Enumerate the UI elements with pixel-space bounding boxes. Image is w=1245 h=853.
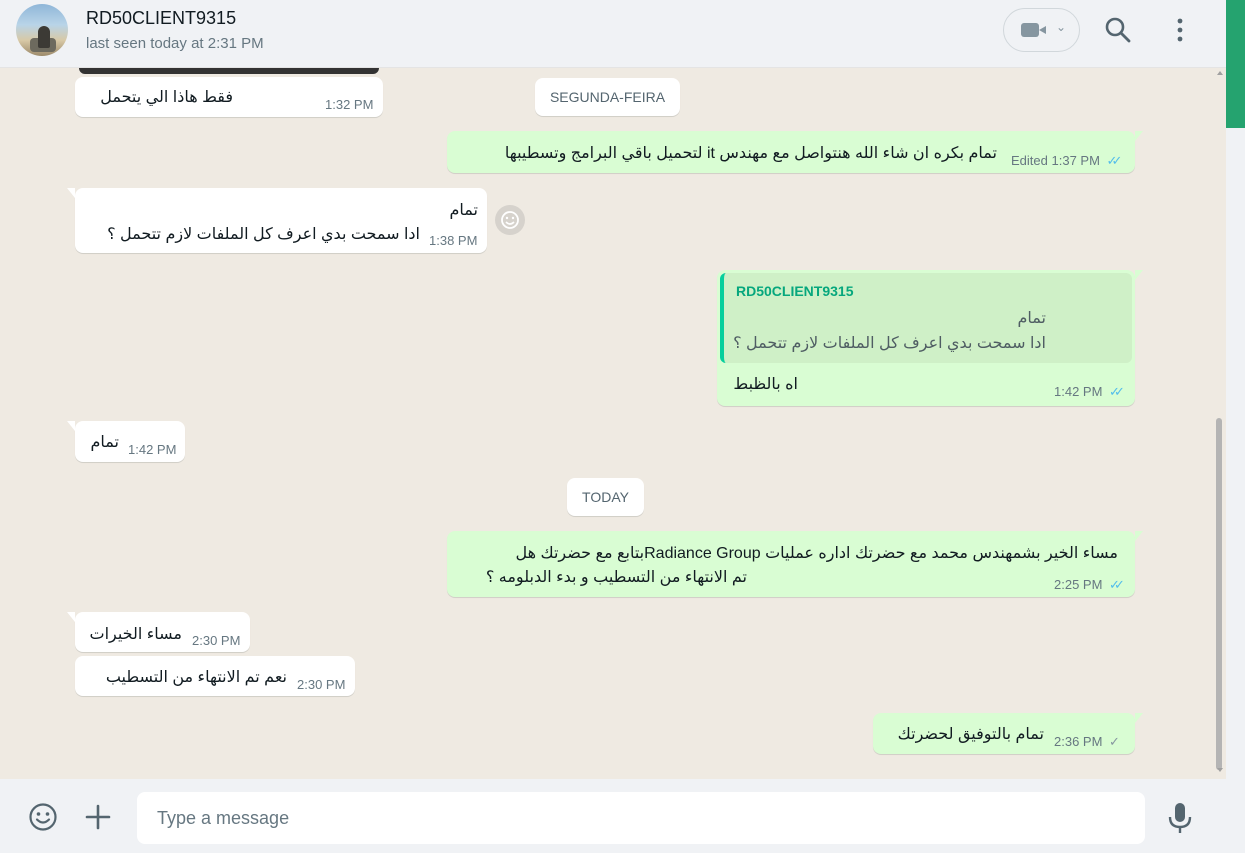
message-time: 2:36 PM xyxy=(1054,734,1103,749)
message-text: اه بالظبط xyxy=(733,376,798,393)
message-text-line: تمام xyxy=(449,202,478,219)
message-meta: 1:42 PM ✓✓ xyxy=(1054,384,1125,400)
message-outgoing[interactable]: تمام بكره ان شاء الله هنتواصل مع مهندس i… xyxy=(447,131,1143,173)
message-meta: 2:36 PM ✓ xyxy=(1054,734,1120,750)
emoji-button[interactable] xyxy=(28,802,58,832)
microphone-icon xyxy=(1168,803,1192,833)
chat-header: RD50CLIENT9315 last seen today at 2:31 P… xyxy=(0,0,1226,68)
message-text: تمام xyxy=(90,434,119,451)
message-incoming[interactable]: مساء الخيرات 2:30 PM xyxy=(67,612,250,652)
emoji-icon xyxy=(29,803,57,831)
window-scrollbar-thumb[interactable] xyxy=(1226,0,1245,128)
composer-bar xyxy=(0,779,1226,853)
message-time: 1:38 PM xyxy=(429,233,478,248)
edited-label: Edited xyxy=(1011,153,1048,168)
message-incoming[interactable]: تمام 1:42 PM xyxy=(67,421,185,462)
message-incoming[interactable]: فقط هاذا الي يتحمل 1:32 PM xyxy=(75,77,383,117)
message-time: 2:30 PM xyxy=(192,633,241,648)
search-icon xyxy=(1105,17,1131,43)
message-meta: Edited 1:37 PM ✓✓ xyxy=(1011,153,1123,169)
message-list-scroll-thumb[interactable] xyxy=(1216,418,1222,770)
react-button[interactable] xyxy=(495,205,525,235)
message-text-line: تم الانتهاء من التسطيب و بدء الدبلومه ؟ xyxy=(485,569,747,586)
chevron-down-icon: ⌄ xyxy=(1056,20,1067,34)
message-time: 1:32 PM xyxy=(325,97,374,112)
quoted-text-line: ادا سمحت بدي اعرف كل الملفات لازم تتحمل … xyxy=(733,335,1046,352)
message-meta: 2:25 PM ✓✓ xyxy=(1054,577,1125,593)
message-time: 1:37 PM xyxy=(1051,153,1100,168)
message-text: نعم تم الانتهاء من التسطيب xyxy=(105,669,287,686)
video-call-button[interactable]: ⌄ xyxy=(1003,8,1080,52)
plus-icon xyxy=(85,804,111,830)
message-input[interactable] xyxy=(137,792,1145,844)
message-incoming[interactable]: نعم تم الانتهاء من التسطيب 2:30 PM xyxy=(75,656,355,696)
message-text: مساء الخيرات xyxy=(89,626,183,643)
message-incoming[interactable]: تمام ادا سمحت بدي اعرف كل الملفات لازم ت… xyxy=(67,188,487,253)
date-separator: TODAY xyxy=(567,478,644,516)
emoji-icon xyxy=(501,211,519,229)
message-outgoing[interactable]: مساء الخير بشمهندس محمد مع حضرتك اداره ع… xyxy=(447,531,1143,597)
scroll-down-icon[interactable] xyxy=(1217,768,1223,772)
date-separator: SEGUNDA-FEIRA xyxy=(535,78,680,116)
menu-icon xyxy=(1177,18,1183,42)
menu-button[interactable] xyxy=(1168,14,1192,46)
message-text: تمام بكره ان شاء الله هنتواصل مع مهندس i… xyxy=(504,145,997,162)
contact-avatar[interactable] xyxy=(16,4,68,56)
message-time: 1:42 PM xyxy=(128,442,177,457)
message-text: فقط هاذا الي يتحمل xyxy=(100,89,233,106)
message-time: 2:30 PM xyxy=(297,677,346,692)
message-text: تمام بالتوفيق لحضرتك xyxy=(897,726,1044,743)
message-time: 2:25 PM xyxy=(1054,577,1103,592)
quoted-message[interactable]: RD50CLIENT9315 تمام ادا سمحت بدي اعرف كل… xyxy=(720,273,1132,363)
voice-message-button[interactable] xyxy=(1166,801,1194,835)
message-list: فقط هاذا الي يتحمل 1:32 PM SEGUNDA-FEIRA… xyxy=(0,68,1226,779)
read-receipt-icon: ✓✓ xyxy=(1109,577,1125,592)
quoted-sender: RD50CLIENT9315 xyxy=(736,283,854,299)
sent-tick-icon: ✓ xyxy=(1109,734,1120,749)
message-text-line: ادا سمحت بدي اعرف كل الملفات لازم تتحمل … xyxy=(107,226,420,243)
quoted-text-line: تمام xyxy=(1017,310,1046,327)
read-receipt-icon: ✓✓ xyxy=(1109,384,1125,399)
scroll-up-icon[interactable] xyxy=(1217,71,1223,75)
attach-button[interactable] xyxy=(84,803,112,831)
search-button[interactable] xyxy=(1102,14,1134,46)
read-receipt-icon: ✓✓ xyxy=(1106,153,1123,168)
avatar-person xyxy=(38,26,50,48)
window-scrollbar[interactable] xyxy=(1226,0,1245,853)
image-attachment-edge[interactable] xyxy=(79,68,379,74)
contact-name[interactable]: RD50CLIENT9315 xyxy=(86,8,236,29)
message-text-line: مساء الخير بشمهندس محمد مع حضرتك اداره ع… xyxy=(515,545,1118,562)
contact-last-seen: last seen today at 2:31 PM xyxy=(86,35,264,52)
video-call-icon xyxy=(1021,23,1046,37)
message-time: 1:42 PM xyxy=(1054,384,1103,399)
message-outgoing[interactable]: تمام بالتوفيق لحضرتك 2:36 PM ✓ xyxy=(873,713,1143,754)
message-list-scrollbar[interactable] xyxy=(1214,68,1226,779)
